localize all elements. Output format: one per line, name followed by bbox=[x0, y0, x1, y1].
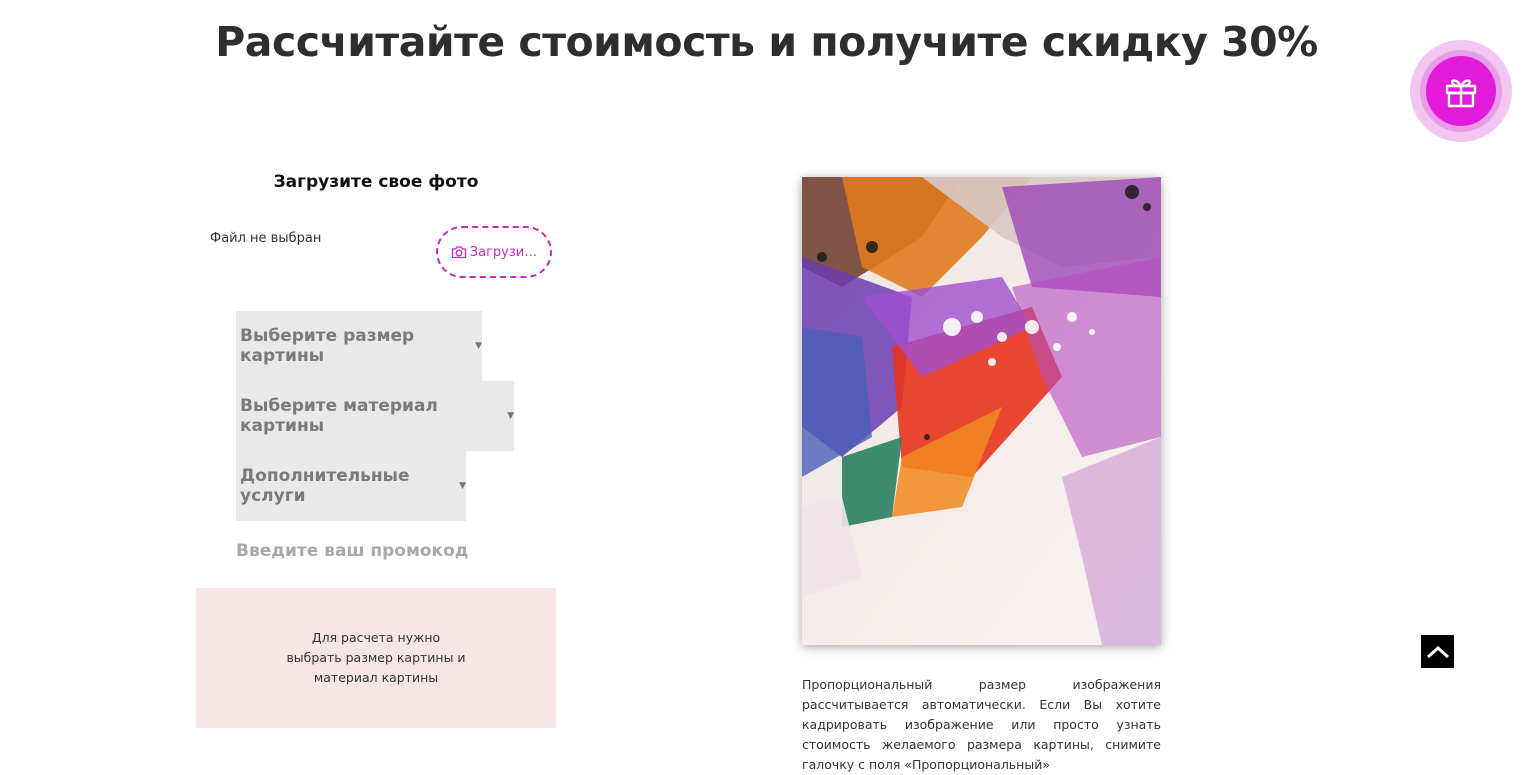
material-select-label: Выберите материал картины bbox=[240, 396, 438, 436]
caret-down-icon: ▼ bbox=[507, 411, 514, 421]
calc-message-text: Для расчета нужно выбрать размер картины… bbox=[286, 630, 466, 685]
caret-down-icon: ▼ bbox=[475, 341, 482, 351]
material-select[interactable]: Выберите материал картины ▼ bbox=[236, 381, 514, 451]
upload-title: Загрузите свое фото bbox=[273, 172, 479, 192]
services-select-label: Дополнительные услуги bbox=[240, 466, 410, 506]
gift-ring bbox=[1420, 50, 1502, 132]
preview-artwork bbox=[802, 177, 1161, 645]
file-status: Файл не выбран bbox=[210, 231, 322, 246]
camera-icon bbox=[451, 246, 466, 259]
gift-circle bbox=[1426, 56, 1496, 126]
promo-input[interactable]: Введите ваш промокод bbox=[236, 541, 469, 561]
upload-button-label: Загрузи… bbox=[469, 244, 538, 260]
page-title: Рассчитайте стоимость и получите скидку … bbox=[215, 18, 1318, 66]
gift-icon bbox=[1445, 79, 1477, 108]
services-select[interactable]: Дополнительные услуги ▼ bbox=[236, 451, 466, 521]
caret-down-icon: ▼ bbox=[459, 481, 466, 491]
calc-message: Для расчета нужно выбрать размер картины… bbox=[196, 628, 556, 688]
size-select-label: Выберите размер картины bbox=[240, 326, 415, 366]
scroll-top-button[interactable] bbox=[1421, 635, 1454, 668]
gift-button[interactable] bbox=[1410, 40, 1512, 142]
proportional-note: Пропорциональный размер изображения расс… bbox=[802, 677, 1161, 772]
chevron-up-icon bbox=[1426, 645, 1449, 658]
image-preview bbox=[802, 177, 1161, 645]
calc-result-box: Для расчета нужно выбрать размер картины… bbox=[196, 588, 556, 728]
upload-photo-button[interactable]: Загрузи… bbox=[436, 226, 552, 278]
size-select[interactable]: Выберите размер картины ▼ bbox=[236, 311, 482, 381]
